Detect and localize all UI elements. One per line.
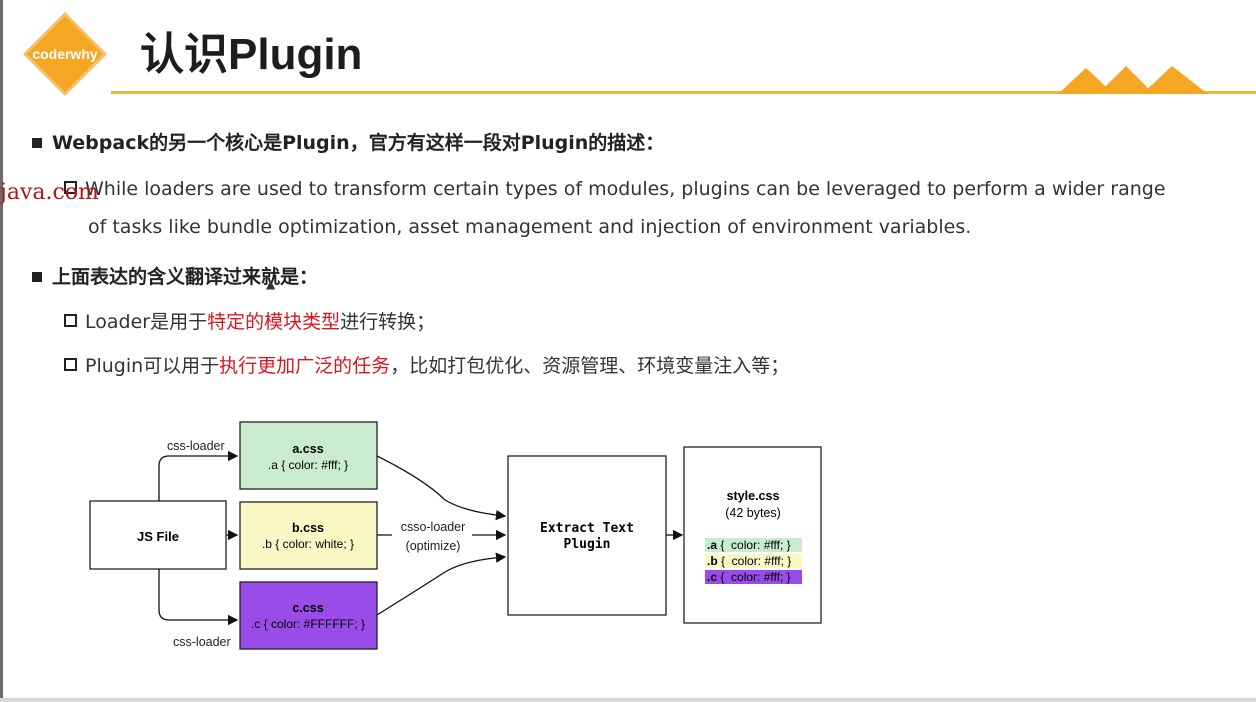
loader-item: Loader是用于特定的模块类型进行转换； xyxy=(64,303,435,341)
loader-suffix: 进行转换； xyxy=(340,311,436,333)
mountain-decoration-icon xyxy=(1058,66,1208,94)
c-css-code: .c { color: #FFFFFF; } xyxy=(251,617,365,631)
slide: coderwhy 认识Plugin Webpack的另一个核心是Plugin，官… xyxy=(0,0,1256,702)
extract-line-2: Plugin xyxy=(564,537,611,552)
loader-prefix: Loader是用于 xyxy=(85,311,208,333)
quote-item: While loaders are used to transform cert… xyxy=(64,170,1244,246)
bullet-square-icon xyxy=(32,272,42,282)
b-css-name: b.css xyxy=(292,521,324,535)
bullet-text: 上面表达的含义翻译过来就是： xyxy=(52,266,319,288)
js-file-label: JS File xyxy=(137,529,179,544)
style-css-name: style.css xyxy=(727,489,780,503)
b-css-box xyxy=(239,501,378,570)
css-loader-bottom-label: css-loader xyxy=(173,635,231,649)
extract-line-1: Extract Text xyxy=(540,521,634,536)
logo-text: coderwhy xyxy=(32,46,98,62)
loader-highlight: 特定的模块类型 xyxy=(207,311,341,333)
style-css-box xyxy=(683,446,822,624)
bullet-text: Webpack的另一个核心是Plugin，官方有这样一段对Plugin的描述： xyxy=(52,132,665,154)
bullet-webpack-plugin: Webpack的另一个核心是Plugin，官方有这样一段对Plugin的描述： xyxy=(32,132,664,154)
plugin-diagram: JS File css-loader css-loader a.css .a {… xyxy=(89,421,822,650)
plugin-suffix: ，比如打包优化、资源管理、环境变量注入等； xyxy=(390,355,790,377)
arrow-a-to-extract xyxy=(376,455,507,521)
quote-line-1: While loaders are used to transform cert… xyxy=(85,178,1166,200)
csso-loader-label: csso-loader xyxy=(401,520,466,534)
watermark: java.com xyxy=(0,180,99,205)
hollow-square-icon xyxy=(64,314,77,327)
plugin-item: Plugin可以用于执行更加广泛的任务，比如打包优化、资源管理、环境变量注入等； xyxy=(64,347,789,385)
b-css-code: .b { color: white; } xyxy=(262,537,354,551)
left-edge-bar xyxy=(0,0,3,702)
c-css-name: c.css xyxy=(292,601,323,615)
style-rule-b: .b { color: #fff; } xyxy=(707,554,791,568)
c-css-box xyxy=(239,581,378,650)
css-loader-top-label: css-loader xyxy=(167,439,225,453)
arrow-js-to-c xyxy=(158,569,239,626)
style-rule-a: .a { color: #fff; } xyxy=(707,538,791,552)
hollow-square-icon xyxy=(64,358,77,371)
mouse-cursor-icon: ▲ xyxy=(266,277,276,291)
quote-line-2: of tasks like bundle optimization, asset… xyxy=(88,216,972,238)
arrow-c-to-extract xyxy=(376,552,507,616)
plugin-highlight: 执行更加广泛的任务 xyxy=(219,355,391,377)
plugin-prefix: Plugin可以用于 xyxy=(85,355,220,377)
optimize-label: (optimize) xyxy=(406,539,461,553)
arrow-js-to-a xyxy=(158,450,239,501)
a-css-name: a.css xyxy=(292,442,323,456)
style-rule-c: .c { color: #fff; } xyxy=(707,570,791,584)
page-title: 认识Plugin xyxy=(140,30,363,79)
bottom-strip xyxy=(0,698,1256,702)
bullet-square-icon xyxy=(32,138,42,148)
style-css-size: (42 bytes) xyxy=(725,506,781,520)
a-css-code: .a { color: #fff; } xyxy=(268,458,348,472)
